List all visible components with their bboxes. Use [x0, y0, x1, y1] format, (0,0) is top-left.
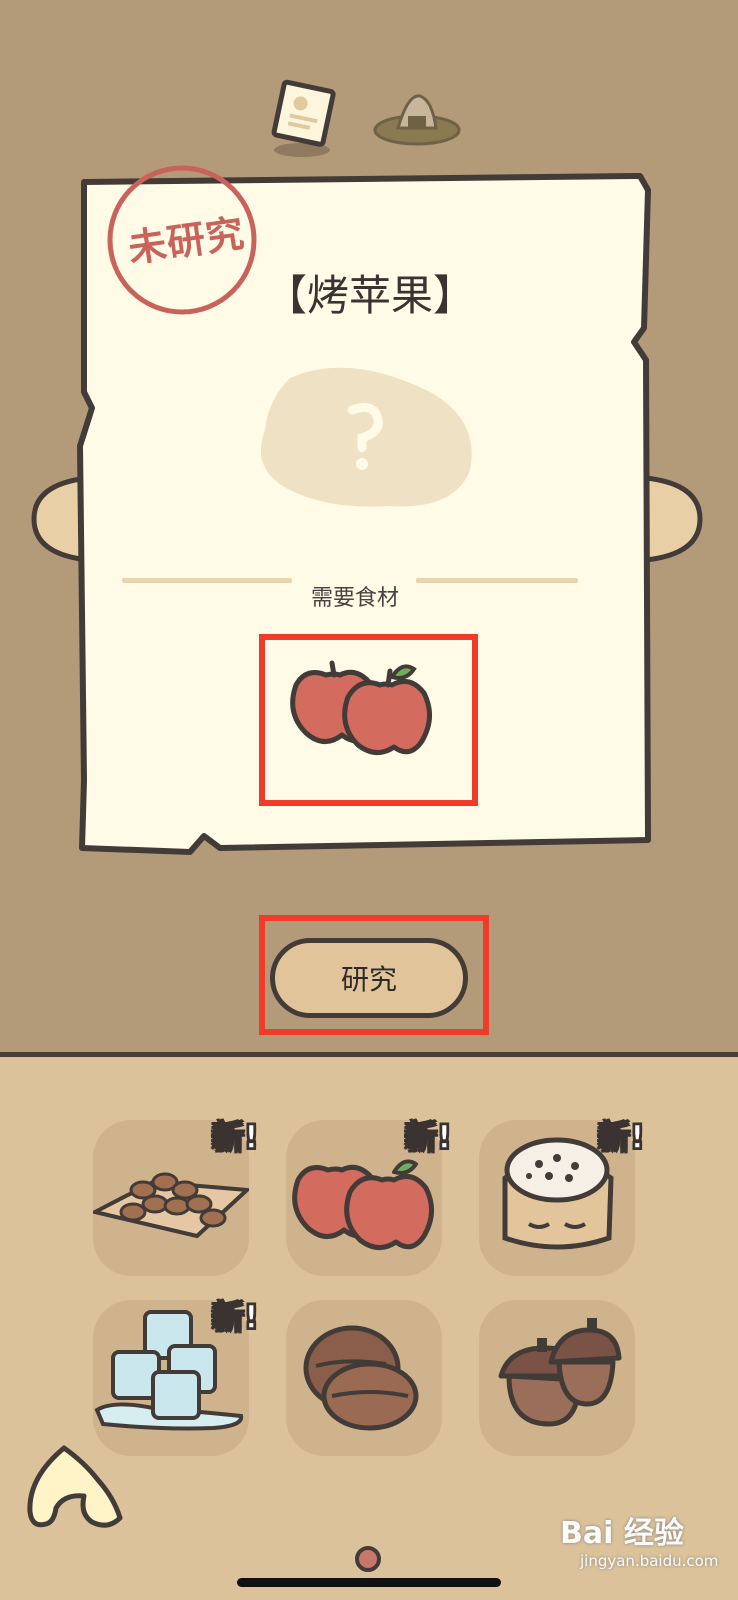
inventory-slot-acorn[interactable]: [479, 1300, 635, 1456]
inventory-slot-walnut[interactable]: [286, 1300, 442, 1456]
acorn-icon: [498, 1318, 622, 1427]
watermark: Bai 经验 jingyan.baidu.com: [560, 1516, 719, 1570]
ingredients-label: 需要食材: [310, 586, 399, 611]
recipe-title: 【烤苹果】: [264, 271, 475, 320]
new-badge: 新!: [211, 1117, 259, 1157]
walnut-icon: [303, 1325, 419, 1431]
new-badge: 新!: [404, 1117, 452, 1157]
home-indicator[interactable]: [237, 1578, 501, 1587]
back-arrow-icon[interactable]: [24, 1442, 124, 1532]
ingredient-highlight: [259, 634, 478, 806]
page-indicator: [355, 1546, 381, 1572]
new-badge: 新!: [597, 1117, 645, 1157]
research-button-highlight: [259, 915, 489, 1035]
new-badge: 新!: [211, 1297, 259, 1337]
